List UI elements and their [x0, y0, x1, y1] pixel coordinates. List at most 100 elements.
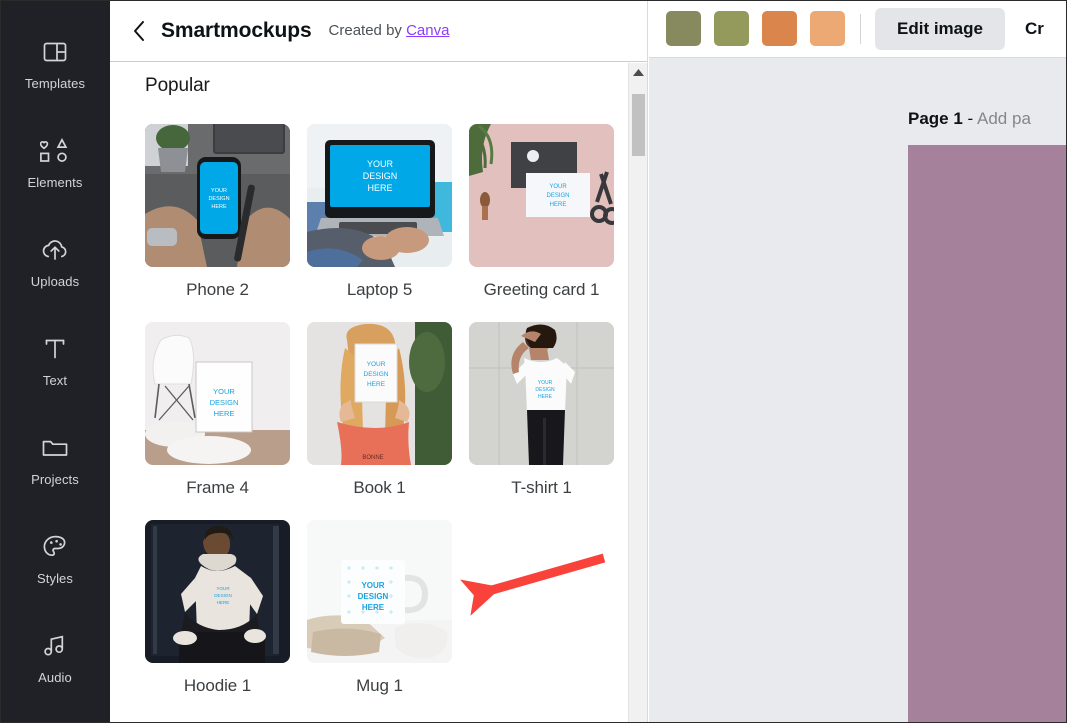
svg-text:DESIGN: DESIGN [358, 592, 389, 601]
scrollbar-thumb[interactable] [632, 94, 645, 156]
mockup-label: Laptop 5 [346, 280, 413, 299]
svg-text:YOUR: YOUR [367, 361, 386, 368]
design-page-canvas[interactable] [908, 145, 1067, 723]
sidebar-item-label: Elements [27, 174, 83, 190]
svg-text:DESIGN: DESIGN [535, 387, 555, 393]
workspace: Edit image Cr Page 1 - Add pa [649, 0, 1067, 723]
svg-text:YOUR: YOUR [213, 387, 235, 396]
panel-body: Popular YOUR DESIGN HERE Phone 2 YOUR DE… [110, 63, 647, 723]
mockup-label: Phone 2 [186, 280, 249, 299]
svg-text:HERE: HERE [538, 394, 553, 400]
svg-text:DESIGN: DESIGN [546, 193, 569, 199]
sidebar-item-label: Projects [31, 471, 79, 487]
mockup-card-phone-2[interactable]: YOUR DESIGN HERE Phone 2 [145, 124, 290, 300]
projects-icon [38, 433, 72, 463]
svg-text:HERE: HERE [211, 204, 227, 210]
svg-text:DESIGN: DESIGN [210, 398, 239, 407]
mockup-card-laptop-5[interactable]: YOUR DESIGN HERE Laptop 5 [307, 124, 452, 300]
styles-icon [38, 532, 72, 562]
panel-title: Smartmockups [161, 18, 312, 42]
canvas-area: Page 1 - Add pa [649, 57, 1067, 723]
mockup-label: Greeting card 1 [483, 280, 600, 299]
audio-icon [38, 631, 72, 661]
mockup-label: Hoodie 1 [183, 676, 252, 695]
svg-text:HERE: HERE [362, 603, 385, 612]
page-label-separator: - [967, 109, 974, 128]
caret-up-icon[interactable] [629, 63, 647, 82]
mockup-label: Frame 4 [186, 478, 249, 497]
svg-text:HERE: HERE [367, 183, 392, 193]
svg-text:HERE: HERE [367, 381, 386, 388]
sidebar-item-styles[interactable]: Styles [0, 509, 110, 608]
panel-header: Smartmockups Created by Canva [110, 0, 647, 62]
elements-icon [38, 136, 72, 166]
svg-text:YOUR: YOUR [549, 184, 567, 190]
mockup-card-t-shirt-1[interactable]: YOUR DESIGN HERE T-shirt 1 [469, 322, 614, 498]
image-toolbar: Edit image Cr [649, 0, 1067, 57]
page-number-label: Page 1 [908, 109, 963, 128]
svg-text:YOUR: YOUR [538, 380, 553, 386]
mockup-thumbnail[interactable]: YOUR DESIGN HERE [307, 520, 452, 663]
svg-text:BONNE: BONNE [362, 455, 383, 461]
mockup-thumbnail[interactable]: YOUR DESIGN HERE [469, 124, 614, 267]
uploads-icon [38, 235, 72, 265]
created-by-prefix: Created by [328, 22, 402, 39]
mockup-card-mug-1[interactable]: YOUR DESIGN HERE Mug 1 [307, 520, 452, 696]
sidebar-item-text[interactable]: Text [0, 311, 110, 410]
sidebar-item-label: Styles [36, 570, 73, 586]
color-swatch-4[interactable] [810, 11, 845, 46]
section-title-popular: Popular [145, 75, 210, 96]
mockup-card-greeting-card-1[interactable]: YOUR DESIGN HERE Greeting card 1 [469, 124, 614, 300]
page-label: Page 1 - Add pa [908, 109, 1031, 129]
left-sidebar: Templates Elements Uploads Text Projects… [0, 0, 110, 723]
svg-text:DESIGN: DESIGN [364, 371, 389, 378]
mockup-card-hoodie-1[interactable]: YOUR DESIGN HERE Hoodie 1 [145, 520, 290, 696]
created-by-text: Created by Canva [329, 22, 450, 39]
add-page-title-button[interactable]: Add pa [977, 109, 1031, 128]
mockup-thumbnail[interactable]: YOUR DESIGN HERE [145, 322, 290, 465]
chevron-left-icon[interactable] [132, 20, 150, 42]
svg-text:DESIGN: DESIGN [208, 196, 229, 202]
mockup-thumbnail[interactable]: YOUR DESIGN HERE [145, 124, 290, 267]
canva-link[interactable]: Canva [406, 22, 449, 39]
svg-text:DESIGN: DESIGN [214, 593, 232, 598]
sidebar-item-projects[interactable]: Projects [0, 410, 110, 509]
svg-text:YOUR: YOUR [361, 581, 384, 590]
color-swatch-2[interactable] [714, 11, 749, 46]
sidebar-item-templates[interactable]: Templates [0, 14, 110, 113]
mockup-grid: YOUR DESIGN HERE Phone 2 YOUR DESIGN HER… [110, 97, 647, 696]
color-swatch-3[interactable] [762, 11, 797, 46]
edit-image-button[interactable]: Edit image [875, 7, 1005, 50]
svg-text:HERE: HERE [214, 409, 235, 418]
sidebar-item-uploads[interactable]: Uploads [0, 212, 110, 311]
mockup-thumbnail[interactable]: YOUR DESIGN HERE [307, 124, 452, 267]
mockup-thumbnail[interactable]: YOUR DESIGN HERE [469, 322, 614, 465]
mockup-label: Mug 1 [356, 676, 403, 695]
crop-button-truncated[interactable]: Cr [1025, 19, 1044, 39]
svg-text:HERE: HERE [550, 202, 567, 208]
mockup-label: T-shirt 1 [511, 478, 572, 497]
sidebar-item-label: Text [42, 372, 68, 388]
panel-scrollbar[interactable] [628, 63, 647, 723]
toolbar-divider [860, 13, 861, 44]
sidebar-item-label: Uploads [30, 273, 80, 289]
svg-text:HERE: HERE [217, 600, 230, 605]
color-swatch-1[interactable] [666, 11, 701, 46]
svg-text:YOUR: YOUR [211, 188, 227, 194]
svg-text:YOUR: YOUR [367, 159, 394, 169]
mockup-thumbnail[interactable]: YOUR DESIGN HERE [145, 520, 290, 663]
svg-text:DESIGN: DESIGN [363, 171, 398, 181]
mockup-card-frame-4[interactable]: YOUR DESIGN HERE Frame 4 [145, 322, 290, 498]
mockup-thumbnail[interactable]: YOUR DESIGN HERE BONNE [307, 322, 452, 465]
canva-editor-window: Templates Elements Uploads Text Projects… [0, 0, 1067, 723]
smartmockups-panel: Smartmockups Created by Canva Popular YO… [110, 0, 648, 723]
svg-text:YOUR: YOUR [216, 586, 230, 591]
sidebar-item-label: Audio [38, 669, 72, 685]
text-icon [38, 334, 72, 364]
sidebar-item-label: Templates [24, 75, 86, 91]
mockup-card-book-1[interactable]: YOUR DESIGN HERE BONNE Book 1 [307, 322, 452, 498]
sidebar-item-audio[interactable]: Audio [0, 608, 110, 707]
mockup-label: Book 1 [353, 478, 406, 497]
templates-icon [38, 37, 72, 67]
sidebar-item-elements[interactable]: Elements [0, 113, 110, 212]
